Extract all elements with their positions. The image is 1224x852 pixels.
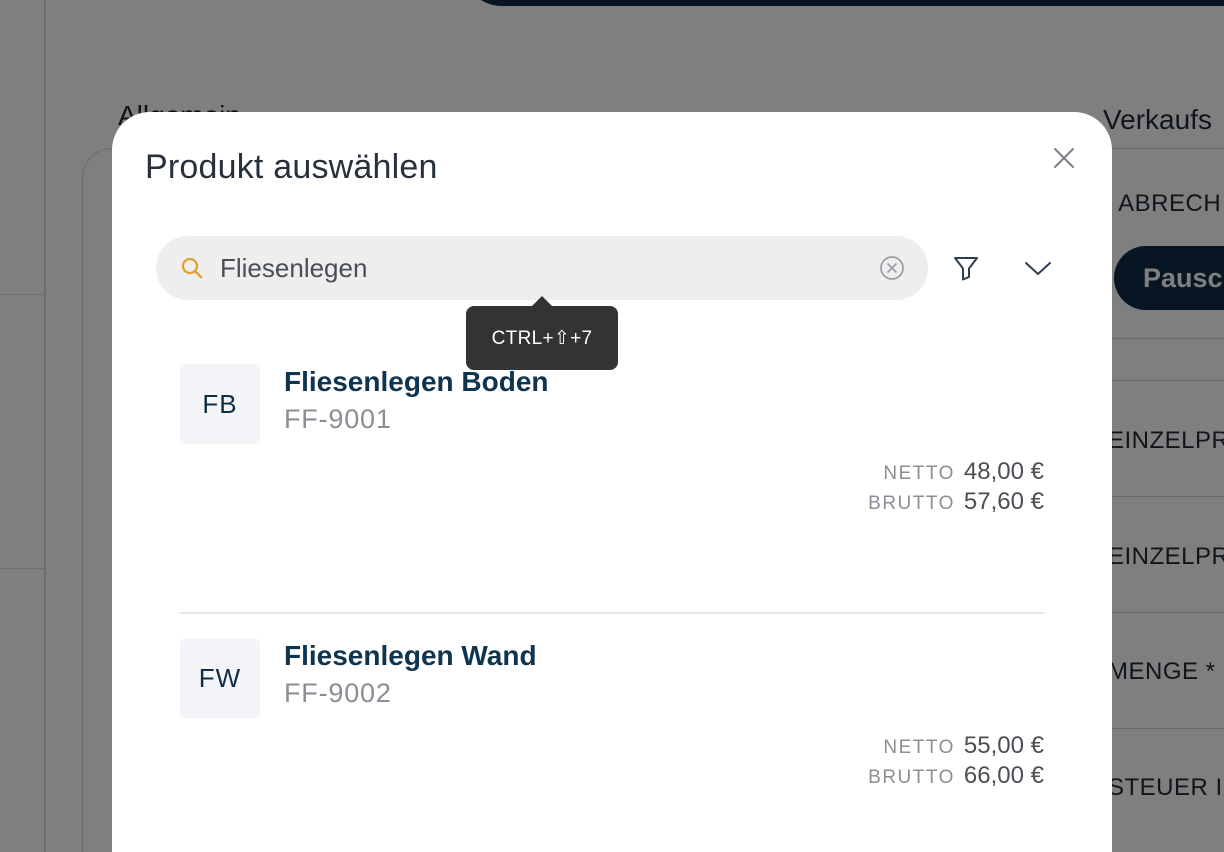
search-icon (181, 257, 203, 279)
product-name: Fliesenlegen Boden (284, 366, 549, 397)
shortcut-tooltip: CTRL+⇧+7 (466, 296, 618, 370)
price-block: NETTO 48,00 € BRUTTO 57,60 € (868, 458, 1044, 518)
netto-label: NETTO (883, 737, 955, 758)
chevron-down-icon[interactable] (1020, 252, 1056, 284)
product-select-dialog: Produkt auswählen CTRL+⇧+7 FB Fliesenleg… (112, 112, 1112, 852)
netto-row: NETTO 48,00 € (868, 458, 1044, 488)
brutto-price: 66,00 € (963, 762, 1044, 789)
search-box (156, 236, 928, 300)
dialog-title: Produkt auswählen (145, 148, 438, 186)
netto-price: 55,00 € (963, 732, 1044, 759)
netto-price: 48,00 € (963, 458, 1044, 485)
close-button[interactable] (1048, 142, 1080, 174)
list-divider (180, 612, 1044, 614)
brutto-row: BRUTTO 66,00 € (868, 762, 1044, 792)
brutto-label: BRUTTO (868, 493, 955, 514)
product-avatar: FB (180, 364, 260, 444)
price-block: NETTO 55,00 € BRUTTO 66,00 € (868, 732, 1044, 792)
clear-circle-icon[interactable] (878, 254, 906, 282)
product-sku: FF-9002 (284, 678, 392, 708)
brutto-row: BRUTTO 57,60 € (868, 488, 1044, 518)
product-item-fliesenlegen-wand[interactable]: FW Fliesenlegen Wand FF-9002 NETTO 55,00… (180, 638, 1044, 848)
filter-icon[interactable] (950, 252, 982, 284)
product-avatar: FW (180, 638, 260, 718)
search-input[interactable] (220, 246, 860, 290)
product-name: Fliesenlegen Wand (284, 640, 537, 671)
brutto-price: 57,60 € (963, 488, 1044, 515)
close-icon (1054, 148, 1074, 168)
netto-row: NETTO 55,00 € (868, 732, 1044, 762)
brutto-label: BRUTTO (868, 767, 955, 788)
netto-label: NETTO (883, 463, 955, 484)
product-item-fliesenlegen-boden[interactable]: FB Fliesenlegen Boden FF-9001 NETTO 48,0… (180, 364, 1044, 574)
product-sku: FF-9001 (284, 404, 392, 434)
